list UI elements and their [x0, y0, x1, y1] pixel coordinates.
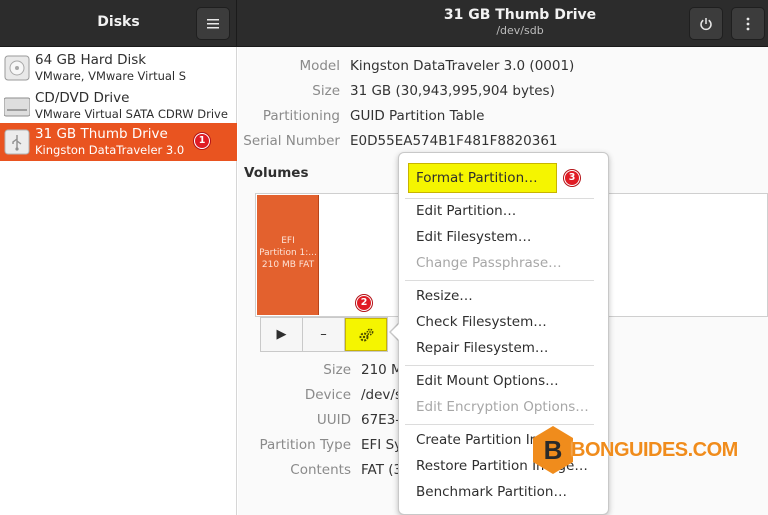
vol-uuid-label: UUID — [316, 412, 351, 428]
disk-item-name: 31 GB Thumb Drive — [35, 126, 168, 142]
mount-button[interactable]: ▶ — [261, 318, 303, 351]
partition-options-button[interactable] — [345, 318, 387, 351]
play-icon: ▶ — [276, 327, 287, 342]
menu-separator — [405, 365, 594, 366]
volumes-heading: Volumes — [244, 165, 309, 181]
menu-item-resize[interactable]: Resize… — [416, 288, 473, 304]
disk-item-name: CD/DVD Drive — [35, 90, 130, 106]
menu-item-benchmark-partition[interactable]: Benchmark Partition… — [416, 484, 567, 500]
delete-partition-button[interactable]: – — [303, 318, 345, 351]
serial-number-value: E0D55EA574B1F481F8820361 — [350, 133, 558, 149]
menu-separator — [405, 280, 594, 281]
menu-separator — [405, 198, 594, 199]
menu-item-edit-partition[interactable]: Edit Partition… — [416, 203, 516, 219]
model-value: Kingston DataTraveler 3.0 (0001) — [350, 58, 575, 74]
vol-device-label: Device — [304, 387, 351, 403]
disk-item-name: 64 GB Hard Disk — [35, 52, 147, 68]
step-badge-3: 3 — [564, 170, 580, 186]
vol-contents-label: Contents — [290, 462, 351, 478]
logo-letter: B — [544, 435, 563, 465]
disk-item-hard-disk[interactable]: 64 GB Hard Disk VMware, VMware Virtual S — [0, 49, 237, 87]
hamburger-icon — [207, 19, 219, 29]
disk-list-sidebar: 64 GB Hard Disk VMware, VMware Virtual S… — [0, 47, 237, 515]
menu-item-edit-mount-options[interactable]: Edit Mount Options… — [416, 373, 559, 389]
step-badge-1: 1 — [194, 133, 210, 149]
disk-item-desc: VMware, VMware Virtual S — [35, 69, 187, 83]
efi-partition-block[interactable]: EFI Partition 1:... 210 MB FAT — [257, 195, 319, 315]
partition-label: EFI Partition 1:... 210 MB FAT — [257, 235, 319, 271]
usb-drive-icon — [4, 129, 30, 155]
app-menu-button[interactable] — [196, 7, 230, 40]
drive-options-button[interactable] — [731, 7, 765, 40]
disk-item-thumb-drive[interactable]: 31 GB Thumb Drive Kingston DataTraveler … — [0, 123, 237, 161]
serial-number-label: Serial Number — [243, 133, 340, 149]
partition-label-line: Partition 1:... — [259, 248, 317, 258]
model-label: Model — [299, 58, 340, 74]
menu-item-change-passphrase: Change Passphrase… — [416, 255, 562, 271]
header-bar: Disks 31 GB Thumb Drive /dev/sdb — [0, 0, 768, 47]
vol-uuid-value: 67E3- — [361, 412, 401, 428]
vol-partition-type-label: Partition Type — [259, 437, 351, 453]
vol-size-value: 210 M — [361, 362, 403, 378]
gears-icon — [359, 328, 374, 342]
disk-item-cd-dvd[interactable]: CD/DVD Drive VMware Virtual SATA CDRW Dr… — [0, 87, 237, 125]
menu-item-check-filesystem[interactable]: Check Filesystem… — [416, 314, 547, 330]
step-badge-2: 2 — [356, 295, 372, 311]
partition-label-line: EFI — [281, 236, 295, 246]
size-label: Size — [312, 83, 340, 99]
watermark-text: BONGUIDES.COM — [571, 439, 738, 461]
menu-pointer-fill — [391, 323, 400, 341]
disk-item-desc: Kingston DataTraveler 3.0 — [35, 143, 185, 157]
vol-partition-type-value: EFI Sy — [361, 437, 403, 453]
power-icon — [700, 18, 712, 31]
partitioning-label: Partitioning — [262, 108, 340, 124]
bonguides-logo: B — [533, 426, 573, 474]
volume-toolbar: ▶ – — [260, 317, 388, 352]
optical-drive-icon — [4, 97, 30, 117]
hard-disk-icon — [4, 55, 30, 81]
vertical-dots-icon — [746, 17, 750, 31]
power-off-button[interactable] — [689, 7, 723, 40]
menu-item-edit-encryption-options: Edit Encryption Options… — [416, 399, 589, 415]
vol-contents-value: FAT (3 — [361, 462, 403, 478]
size-value: 31 GB (30,943,995,904 bytes) — [350, 83, 555, 99]
drive-device-path: /dev/sdb — [496, 24, 544, 37]
partitioning-value: GUID Partition Table — [350, 108, 485, 124]
minus-icon: – — [320, 327, 327, 342]
menu-item-repair-filesystem[interactable]: Repair Filesystem… — [416, 340, 548, 356]
menu-item-edit-filesystem[interactable]: Edit Filesystem… — [416, 229, 531, 245]
vol-device-value: /dev/s — [361, 387, 402, 403]
vol-size-label: Size — [323, 362, 351, 378]
partition-label-line: 210 MB FAT — [261, 260, 315, 270]
disk-item-desc: VMware Virtual SATA CDRW Drive — [35, 107, 228, 121]
drive-title: 31 GB Thumb Drive — [443, 7, 597, 23]
menu-item-format-partition[interactable]: Format Partition… — [416, 170, 538, 186]
